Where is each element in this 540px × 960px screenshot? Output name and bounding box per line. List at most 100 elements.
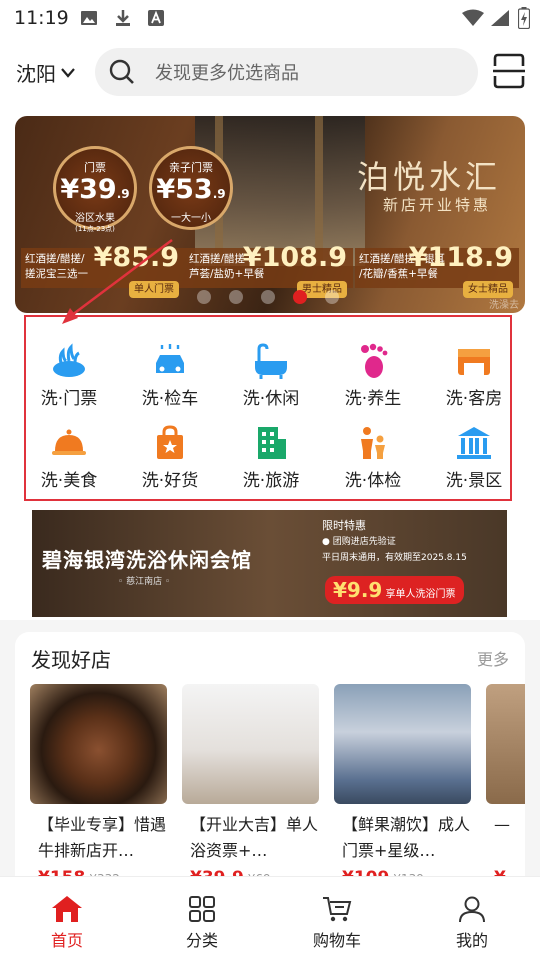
category-travel[interactable]: 洗·旅游 [221,417,321,497]
category-label: 洗·检车 [141,389,199,409]
category-label: 洗·客房 [445,389,503,409]
tab-label: 分类 [185,931,218,950]
banner-watermark: 洗澡去 [489,300,519,311]
category-checkup[interactable]: 洗·体检 [323,417,423,497]
discover-shops-section: 发现好店 更多 【毕业专享】惜遇牛排新店开… ¥158¥332 【开业大吉】单人… [15,632,525,892]
pagination-dot-active[interactable] [293,290,307,304]
car-wash-icon [156,344,184,373]
shop-name: 【开业大吉】单人浴资票+… [190,815,319,860]
circle-subnote: (11点-23点) [75,225,115,233]
banner-title: 泊悦水汇 [357,158,502,196]
section-title: 发现好店 [31,648,111,672]
circle-price: ¥53.9 [156,174,226,205]
circle-note: 浴区水果 [75,213,115,224]
search-input[interactable]: 发现更多优选商品 [95,48,478,96]
package-price: ¥118.9 [408,242,513,273]
grid-icon [189,896,215,922]
category-food[interactable]: 洗·美食 [19,417,119,497]
promo-banner[interactable]: 门票 ¥39.9 浴区水果 (11点-23点) 亲子门票 ¥53.9 一大一小 … [15,116,525,313]
category-label: 洗·旅游 [242,471,300,491]
tab-cart[interactable]: 购物车 [302,895,372,951]
ad-price-note: 享单人洗浴门票 [385,589,456,600]
circle-price: ¥39.9 [60,174,130,205]
food-cloche-icon [52,429,86,455]
top-bar: 沈阳 发现更多优选商品 [0,38,540,106]
price-circle-family: 亲子门票 ¥53.9 一大一小 [149,146,233,230]
bathtub-icon [255,343,287,379]
tab-label: 我的 [455,931,488,950]
landmark-icon [457,427,491,459]
foot-icon [361,343,388,378]
package-tag: 单人门票 [129,281,179,298]
shop-image [486,684,525,804]
shop-name: 【鲜果潮饮】成人门票+星级… [342,815,471,860]
ad-line: ● 团购进店先验证 [322,537,396,547]
circle-label: 亲子门票 [169,161,213,174]
category-rooms[interactable]: 洗·客房 [424,335,524,415]
city-label: 沈阳 [16,62,56,86]
shop-name: — [494,815,510,834]
category-label: 洗·体检 [344,471,402,491]
tab-home[interactable]: 首页 [32,895,102,951]
shop-card[interactable]: 【鲜果潮饮】成人门票+星级… ¥109¥139 [334,684,471,892]
bottom-tab-bar: 首页 分类 购物车 我的 [0,876,540,960]
category-ticket[interactable]: 洗·门票 [19,335,119,415]
shop-image [30,684,167,804]
signal-icon [491,10,509,26]
circle-note: 一大一小 [171,213,211,224]
category-goods[interactable]: 洗·好货 [120,417,220,497]
search-placeholder: 发现更多优选商品 [155,63,299,84]
category-label: 洗·门票 [40,389,98,409]
shop-card[interactable]: 【开业大吉】单人浴资票+… ¥39.9¥69 [182,684,319,892]
shopping-bag-icon [157,425,183,459]
more-link[interactable]: 更多 [477,646,509,670]
status-time: 11:19 [14,7,69,29]
category-wellness[interactable]: 洗·养生 [323,335,423,415]
wifi-icon [462,9,484,26]
pagination-dot[interactable] [261,290,275,304]
chevron-down-icon [61,67,75,78]
ad-banner[interactable]: 碧海银湾洗浴休闲会馆 ◦ 慈江南店 ◦ 限时特惠 ● 团购进店先验证 平日周末通… [32,510,507,617]
category-label: 洗·休闲 [242,389,300,409]
building-icon [258,427,286,459]
hotel-room-icon [458,349,490,375]
package-price: ¥85.9 [93,242,179,273]
category-label: 洗·景区 [445,471,503,491]
shop-card[interactable]: — ¥ [486,684,525,892]
ad-details: 限时特惠 ● 团购进店先验证 平日周末通用，有效期至2025.8.15 [322,518,502,566]
shop-name: 【毕业专享】惜遇牛排新店开… [38,815,167,860]
category-leisure[interactable]: 洗·休闲 [221,335,321,415]
category-scenic[interactable]: 洗·景区 [424,417,524,497]
city-selector[interactable]: 沈阳 [16,58,76,87]
ad-price: ¥9.9 [333,578,383,602]
pagination-dot[interactable] [325,290,339,304]
category-car-wash[interactable]: 洗·检车 [120,335,220,415]
tab-profile[interactable]: 我的 [437,895,507,951]
ticket-icon [53,343,85,377]
pagination-dot[interactable] [229,290,243,304]
scan-icon[interactable] [492,52,526,90]
home-icon [52,896,82,922]
shop-card[interactable]: 【毕业专享】惜遇牛排新店开… ¥158¥332 [30,684,167,892]
banner-subtitle: 新店开业特惠 [383,196,492,214]
user-icon [459,896,485,923]
tab-categories[interactable]: 分类 [167,895,237,951]
category-label: 洗·美食 [40,471,98,491]
package-1: 红酒搓/醋搓/ 搓泥宝三选一 ¥85.9 单人门票 [21,242,185,298]
package-price: ¥108.9 [242,242,347,273]
font-icon [148,10,164,26]
family-icon [361,427,385,459]
pagination-dot[interactable] [197,290,211,304]
ad-line: 平日周末通用，有效期至2025.8.15 [322,553,467,563]
shop-image [334,684,471,804]
ad-line: 限时特惠 [322,519,366,532]
price-circle-ticket: 门票 ¥39.9 浴区水果 (11点-23点) [53,146,137,233]
search-icon [109,59,134,84]
category-label: 洗·好货 [141,471,199,491]
status-bar: 11:19 [0,0,540,38]
package-3: 红酒搓/醋搓+银耳 /花瓣/香蕉+早餐 ¥118.9 女士精品 [355,242,519,298]
circle-label: 门票 [84,161,106,174]
ad-title: 碧海银湾洗浴休闲会馆 [42,548,252,572]
image-icon [81,11,97,25]
ad-price-badge: ¥9.9 享单人洗浴门票 [325,576,464,604]
